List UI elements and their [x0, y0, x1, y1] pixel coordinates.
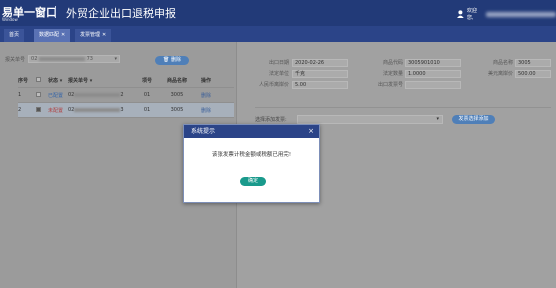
user-icon: [457, 10, 464, 18]
declaration-select[interactable]: 02 73 ▾: [28, 55, 121, 63]
col-action: 操作: [200, 77, 211, 84]
legal-unit-field[interactable]: 千克: [292, 70, 348, 78]
goods-name-field[interactable]: 3005: [515, 59, 551, 67]
checkbox-box: [36, 77, 41, 82]
legal-qty-label: 法定数量: [382, 71, 403, 77]
tab-bar: 首页 数据匹配 ✕ 发票管理 ✕: [0, 26, 556, 42]
usd-total-label: 美元离岸价: [487, 71, 513, 77]
row-item: 01: [143, 107, 151, 113]
row-goods-name: 3005: [170, 107, 184, 113]
header-divider: [55, 6, 56, 18]
goods-code-label: 商品代码: [382, 60, 403, 66]
col-declaration[interactable]: 报关单号 ▾: [68, 77, 136, 84]
row-checkbox[interactable]: [36, 107, 48, 113]
row-no: 1: [18, 92, 22, 98]
delete-button[interactable]: 🗑 删除: [155, 56, 189, 65]
dialog-message: 该张发票计税金额或税额已用完!: [211, 152, 292, 158]
divider: [255, 107, 551, 108]
checkbox-box: [36, 92, 41, 97]
tab-home-label: 首页: [9, 32, 20, 38]
redacted-text: [74, 92, 121, 97]
row-declaration: 02 3: [68, 107, 136, 113]
table-header: 序号 状态 ▾ 报关单号 ▾ 项号 商品名称 操作: [18, 73, 234, 88]
tab-data-match[interactable]: 数据匹配 ✕: [34, 29, 71, 42]
row-status: 已配置: [48, 92, 64, 99]
row-delete-link[interactable]: 删除: [196, 107, 216, 114]
col-no: 序号: [18, 77, 29, 84]
col-declaration-label: 报关单号: [68, 77, 89, 84]
form-row: 出口日期 2020-02-26 商品代码 3005901010 商品名称 300…: [251, 59, 551, 69]
goods-detail-form: 出口日期 2020-02-26 商品代码 3005901010 商品名称 300…: [251, 59, 551, 92]
user-menu[interactable]: 欢迎您,: [457, 7, 556, 21]
table-row[interactable]: 2 未配置 02 3 01 3005 删除: [18, 103, 234, 118]
row-no: 2: [18, 107, 22, 113]
tab-data-match-label: 数据匹配: [39, 32, 60, 38]
col-status-label: 状态: [48, 77, 59, 84]
app-header: 易单一窗口 Window 外贸企业出口退税申报 欢迎您,: [0, 0, 556, 26]
declaration-select-prefix: 02: [31, 56, 38, 62]
usd-total-field[interactable]: 500.00: [515, 70, 551, 78]
declaration-table: 序号 状态 ▾ 报关单号 ▾ 项号 商品名称 操作 1 已配置 02 2 01 3…: [18, 73, 234, 118]
form-row: 人民币离岸价 5.00 出口发票号: [251, 81, 551, 91]
search-row: 报关单号 02 73 ▾: [5, 55, 121, 63]
invoice-select[interactable]: ▾: [297, 115, 443, 124]
row-declaration-suffix: 3: [120, 107, 124, 113]
export-date-field[interactable]: 2020-02-26: [292, 59, 348, 67]
close-icon[interactable]: ×: [308, 125, 314, 138]
delete-button-label: 删除: [170, 57, 181, 63]
dialog-title-bar: 系统提示 ×: [184, 125, 319, 138]
close-icon[interactable]: ✕: [61, 32, 65, 38]
col-status[interactable]: 状态 ▾: [48, 77, 68, 84]
row-declaration: 02 2: [68, 92, 136, 98]
rmb-total-label: 人民币离岸价: [258, 82, 289, 88]
form-row: 法定单位 千克 法定数量 1.0000 美元离岸价 500.00: [251, 70, 551, 80]
tab-invoice-manage[interactable]: 发票管理 ✕: [75, 29, 112, 42]
row-status: 未配置: [48, 107, 64, 114]
row-declaration-suffix: 2: [120, 92, 124, 98]
close-icon[interactable]: ✕: [102, 32, 106, 38]
tab-invoice-manage-label: 发票管理: [80, 32, 101, 38]
dialog-title: 系统提示: [191, 128, 216, 135]
export-invoice-label: 出口发票号: [377, 82, 403, 88]
declaration-select-suffix: 73: [86, 56, 93, 62]
welcome-text: 欢迎您,: [466, 8, 477, 21]
export-invoice-field[interactable]: [405, 81, 461, 89]
rmb-total-field[interactable]: 5.00: [292, 81, 348, 89]
col-item: 项号: [141, 77, 152, 84]
export-date-label: 出口日期: [268, 60, 289, 66]
search-label: 报关单号: [5, 56, 26, 63]
legal-qty-field[interactable]: 1.0000: [405, 70, 461, 78]
invoice-select-label: 选择添加发票:: [255, 117, 287, 123]
app-title: 外贸企业出口退税申报: [66, 7, 176, 20]
row-goods-name: 3005: [170, 92, 184, 98]
ok-button[interactable]: 确定: [240, 177, 266, 186]
chevron-down-icon: ▾: [114, 56, 118, 62]
tab-home[interactable]: 首页: [4, 29, 25, 42]
goods-name-label: 商品名称: [492, 60, 513, 66]
goods-code-field[interactable]: 3005901010: [405, 59, 461, 67]
system-alert-dialog: 系统提示 × 该张发票计税金额或税额已用完! 确定: [183, 124, 320, 203]
col-goods-name: 商品名称: [166, 77, 187, 84]
table-row[interactable]: 1 已配置 02 2 01 3005 删除: [18, 88, 234, 103]
trash-icon: 🗑: [163, 57, 170, 63]
row-checkbox[interactable]: [36, 92, 48, 98]
chevron-down-icon: ▾: [436, 116, 439, 122]
row-delete-link[interactable]: 删除: [196, 92, 216, 99]
legal-unit-label: 法定单位: [268, 71, 289, 77]
redacted-text: [38, 56, 85, 61]
brand-subtitle: Window: [2, 17, 18, 22]
add-invoice-button[interactable]: 发票选择添加: [452, 115, 495, 124]
row-item: 01: [143, 92, 151, 98]
select-all-checkbox[interactable]: [36, 77, 48, 83]
username-redacted: [485, 11, 556, 17]
checkbox-box: [36, 107, 41, 112]
redacted-text: [74, 107, 121, 112]
